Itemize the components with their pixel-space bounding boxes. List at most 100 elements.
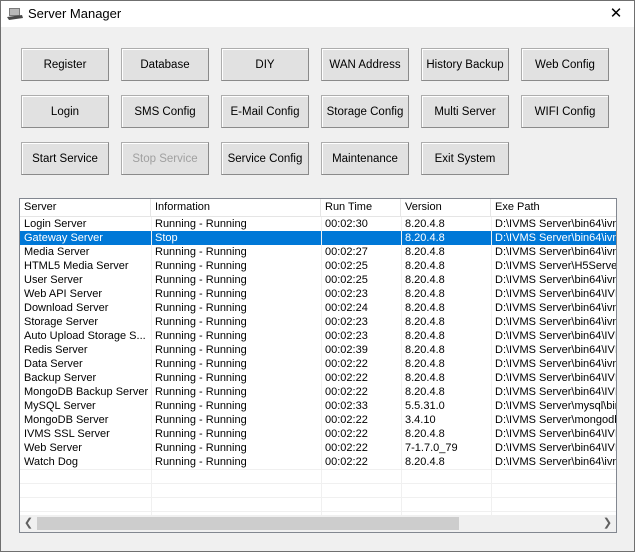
table-row[interactable]: Gateway Server Stop 8.20.4.8 D:\IVMS Server… xyxy=(20,231,616,245)
column-header-information[interactable]: Information xyxy=(151,199,321,216)
cell-server: MySQL Server xyxy=(24,400,96,412)
cell-server: Auto Upload Storage S... xyxy=(24,330,146,342)
cell-information: Running - Running xyxy=(155,288,247,300)
cell-version: 8.20.4.8 xyxy=(405,456,445,468)
cell-version: 8.20.4.8 xyxy=(405,330,445,342)
table-row[interactable]: Watch Dog Running - Running 00:02:22 8.20.4… xyxy=(20,455,617,469)
cell-server: MongoDB Backup Server xyxy=(24,386,149,398)
scroll-thumb[interactable] xyxy=(37,517,459,530)
table-row[interactable]: Storage Server Running - Running 00:02:23 8… xyxy=(20,315,616,329)
column-header-server[interactable]: Server xyxy=(20,199,151,216)
maintenance-button[interactable]: Maintenance xyxy=(321,142,409,175)
start-service-button[interactable]: Start Service xyxy=(21,142,109,175)
grid-row-line xyxy=(20,497,616,498)
table-row[interactable]: Auto Upload Storage S... Running - Runnin… xyxy=(20,329,617,343)
cell-version: 8.20.4.8 xyxy=(405,428,445,440)
cell-run-time xyxy=(321,231,401,245)
table-row[interactable]: MySQL Server Running - Running 00:02:33 5.5… xyxy=(20,399,617,413)
wifi-config-button[interactable]: WIFI Config xyxy=(521,95,609,128)
cell-run-time: 00:02:24 xyxy=(325,302,368,314)
server-list[interactable]: Server Information Run Time Version Exe Path… xyxy=(19,198,617,533)
web-config-button[interactable]: Web Config xyxy=(521,48,609,81)
multi-server-button[interactable]: Multi Server xyxy=(421,95,509,128)
cell-server: User Server xyxy=(24,274,83,286)
cell-information: Running - Running xyxy=(155,344,247,356)
table-row[interactable]: Redis Server Running - Running 00:02:39 8.2… xyxy=(20,343,616,357)
service-config-button[interactable]: Service Config xyxy=(221,142,309,175)
storage-config-button[interactable]: Storage Config xyxy=(321,95,409,128)
cell-server: IVMS SSL Server xyxy=(24,428,110,440)
cell-exe-path: D:\IVMS Server\bin64\ivn xyxy=(495,456,617,468)
cell-information: Running - Running xyxy=(155,246,247,258)
title-bar: Server Manager ✕ xyxy=(1,1,634,27)
exit-system-button[interactable]: Exit System xyxy=(421,142,509,175)
table-row[interactable]: Data Server Running - Running 00:02:22 8.20… xyxy=(20,357,616,371)
table-row[interactable]: IVMS SSL Server Running - Running 00:02:22… xyxy=(20,427,616,441)
column-header-exe-path[interactable]: Exe Path xyxy=(491,199,616,216)
database-button[interactable]: Database xyxy=(121,48,209,81)
cell-exe-path: D:\IVMS Server\bin64\IVI xyxy=(495,330,617,342)
cell-run-time: 00:02:22 xyxy=(325,414,368,426)
cell-version: 8.20.4.8 xyxy=(405,344,445,356)
cell-version: 8.20.4.8 xyxy=(405,316,445,328)
cell-information: Running - Running xyxy=(155,274,247,286)
grid-column-line xyxy=(491,217,492,517)
cell-run-time: 00:02:30 xyxy=(325,218,368,230)
cell-information: Running - Running xyxy=(155,414,247,426)
grid-row-line xyxy=(20,483,616,484)
history-backup-button[interactable]: History Backup xyxy=(421,48,509,81)
stop-service-button[interactable]: Stop Service xyxy=(121,142,209,175)
cell-server: Storage Server xyxy=(24,316,98,328)
wan-address-button[interactable]: WAN Address xyxy=(321,48,409,81)
table-row[interactable]: MongoDB Server Running - Running 00:02:22 3… xyxy=(20,413,617,427)
grid-row-line xyxy=(20,511,616,512)
table-row[interactable]: Web API Server Running - Running 00:02:23 8… xyxy=(20,287,617,301)
cell-run-time: 00:02:23 xyxy=(325,288,368,300)
cell-exe-path: D:\IVMS Server\bin64\IVI xyxy=(495,288,617,300)
diy-button[interactable]: DIY xyxy=(221,48,309,81)
cell-information: Running - Running xyxy=(155,456,247,468)
cell-server: Redis Server xyxy=(24,344,88,356)
cell-information: Running - Running xyxy=(155,372,247,384)
table-row[interactable]: Download Server Running - Running 00:02:24… xyxy=(20,301,616,315)
table-row[interactable]: MongoDB Backup Server Running - Running 00… xyxy=(20,385,616,399)
cell-exe-path: D:\IVMS Server\mysql\bir xyxy=(495,400,617,412)
table-row[interactable]: Media Server Running - Running 00:02:27 8.2… xyxy=(20,245,616,259)
cell-version: 8.20.4.8 xyxy=(405,372,445,384)
grid-column-line xyxy=(401,217,402,517)
cell-run-time: 00:02:39 xyxy=(325,344,368,356)
cell-exe-path: D:\IVMS Server\H5Serve xyxy=(495,260,617,272)
e-mail-config-button[interactable]: E-Mail Config xyxy=(221,95,309,128)
list-header: Server Information Run Time Version Exe Path xyxy=(20,199,616,217)
column-header-run-time[interactable]: Run Time xyxy=(321,199,401,216)
window-title: Server Manager xyxy=(28,6,122,21)
table-row[interactable]: Web Server Running - Running 00:02:22 7-1.7… xyxy=(20,441,616,455)
cell-version: 8.20.4.8 xyxy=(405,302,445,314)
cell-information: Running - Running xyxy=(155,386,247,398)
cell-exe-path: D:\IVMS Server\mongodb xyxy=(495,414,617,426)
cell-information: Running - Running xyxy=(155,428,247,440)
scroll-right-button[interactable]: ❯ xyxy=(599,515,616,532)
table-row[interactable]: Login Server Running - Running 00:02:30 8.2… xyxy=(20,217,617,231)
cell-server: Watch Dog xyxy=(24,456,79,468)
register-button[interactable]: Register xyxy=(21,48,109,81)
login-button[interactable]: Login xyxy=(21,95,109,128)
cell-run-time: 00:02:22 xyxy=(325,372,368,384)
column-header-version[interactable]: Version xyxy=(401,199,491,216)
cell-run-time: 00:02:27 xyxy=(325,246,368,258)
cell-server: Gateway Server xyxy=(24,232,103,244)
cell-version: 5.5.31.0 xyxy=(405,400,445,412)
table-row[interactable]: Backup Server Running - Running 00:02:22 8.… xyxy=(20,371,616,385)
cell-exe-path: D:\IVMS Server\bin64\ivn xyxy=(495,218,617,230)
cell-server: Login Server xyxy=(24,218,87,230)
cell-run-time: 00:02:23 xyxy=(325,330,368,342)
sms-config-button[interactable]: SMS Config xyxy=(121,95,209,128)
close-button[interactable]: ✕ xyxy=(604,4,628,24)
table-row[interactable]: HTML5 Media Server Running - Running 00:02… xyxy=(20,259,617,273)
cell-version: 8.20.4.8 xyxy=(405,386,445,398)
table-row[interactable]: User Server Running - Running 00:02:25 8.20… xyxy=(20,273,616,287)
scroll-left-button[interactable]: ❮ xyxy=(20,515,37,532)
horizontal-scrollbar[interactable]: ❮ ❯ xyxy=(20,515,616,532)
cell-server: Backup Server xyxy=(24,372,97,384)
cell-version: 7-1.7.0_79 xyxy=(405,442,458,454)
